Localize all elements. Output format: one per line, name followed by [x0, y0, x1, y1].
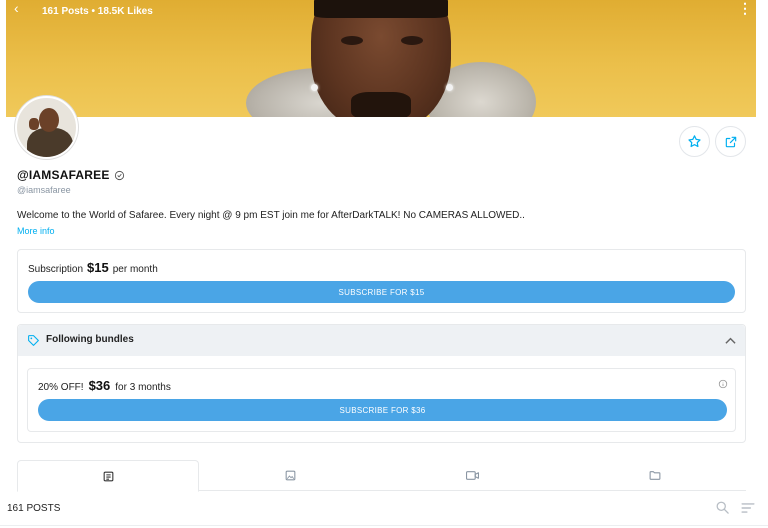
subscription-label: Subscription $15 per month: [28, 260, 158, 275]
tab-videos[interactable]: [381, 460, 563, 491]
bundles-header[interactable]: Following bundles: [18, 325, 745, 356]
star-icon: [688, 135, 701, 148]
feed-divider: [0, 525, 768, 526]
folder-icon: [649, 471, 660, 480]
bundle-subscribe-button[interactable]: SUBSCRIBE FOR $36: [38, 399, 727, 421]
bundles-title: Following bundles: [46, 334, 134, 345]
verified-icon: [114, 170, 124, 180]
bundle-discount: 20% OFF!: [38, 382, 84, 393]
more-info-link[interactable]: More info: [17, 226, 55, 236]
bundle-price: $36: [88, 378, 111, 393]
back-arrow-icon[interactable]: ‹: [14, 0, 19, 16]
cover-earring-left: [311, 84, 318, 91]
username: @iamsafaree: [17, 185, 71, 195]
posts-count: 161 POSTS: [7, 503, 61, 514]
avatar[interactable]: [15, 96, 78, 159]
sort-icon[interactable]: [741, 502, 755, 514]
subscription-card: Subscription $15 per month SUBSCRIBE FOR…: [17, 249, 746, 313]
chevron-up-icon[interactable]: [725, 336, 736, 345]
cover-beard: [351, 92, 411, 117]
posts-icon: [103, 471, 113, 481]
bio-text: Welcome to the World of Safaree. Every n…: [17, 210, 525, 221]
bundles-card: Following bundles 20% OFF! $36 for 3 mon…: [17, 324, 746, 443]
tab-photos[interactable]: [199, 460, 381, 491]
tag-icon: [28, 335, 39, 346]
cover-hair: [314, 0, 448, 18]
subscribe-button[interactable]: SUBSCRIBE FOR $15: [28, 281, 735, 303]
image-icon: [285, 470, 295, 481]
info-icon[interactable]: [718, 379, 728, 389]
favorite-button[interactable]: [679, 126, 710, 157]
cover-image: [6, 0, 756, 117]
display-name: @IAMSAFAREE: [17, 168, 110, 182]
bundle-duration: for 3 months: [115, 382, 171, 393]
tab-folders[interactable]: [563, 460, 746, 491]
cover-earring-right: [446, 84, 453, 91]
bundle-item: 20% OFF! $36 for 3 months SUBSCRIBE FOR …: [27, 368, 736, 432]
video-icon: [465, 471, 479, 480]
profile-stats: 161 Posts • 18.5K Likes: [42, 6, 153, 17]
search-icon[interactable]: [715, 500, 730, 515]
tab-posts[interactable]: [17, 460, 199, 492]
display-name-row: @IAMSAFAREE: [17, 168, 125, 182]
more-vertical-icon[interactable]: ⋮: [738, 0, 752, 17]
cover-eye-right: [401, 36, 423, 45]
cover-eye-left: [341, 36, 363, 45]
bundle-label: 20% OFF! $36 for 3 months: [38, 378, 171, 393]
share-icon: [725, 136, 736, 147]
content-tabs: [17, 460, 746, 492]
share-button[interactable]: [715, 126, 746, 157]
subscription-price: $15: [87, 260, 109, 275]
